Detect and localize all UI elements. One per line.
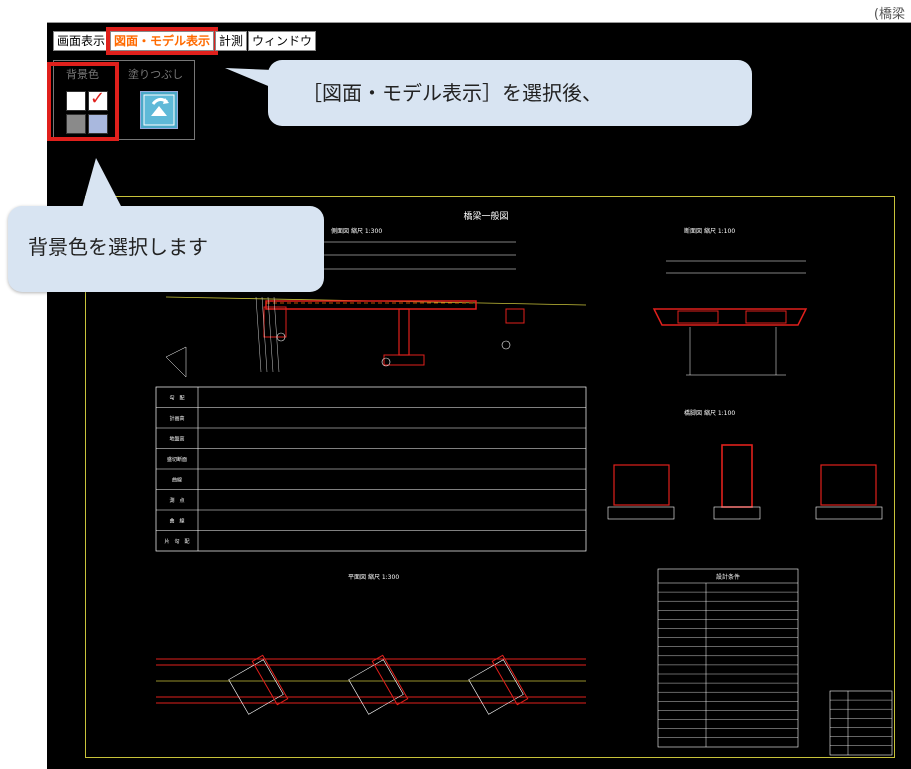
- svg-text:設計条件: 設計条件: [716, 573, 740, 581]
- callout-select-bg: 背景色を選択します: [8, 206, 324, 292]
- callout-select-tab: ［図面・モデル表示］を選択後、: [268, 60, 752, 126]
- paint-bucket-icon: [143, 94, 175, 126]
- callout-select-tab-text: ［図面・モデル表示］を選択後、: [302, 81, 602, 105]
- title-bar: (橋梁: [47, 0, 911, 23]
- title-block: [829, 690, 893, 756]
- table-row-label: 勾 配: [169, 394, 184, 401]
- tab-window[interactable]: ウィンドウ: [248, 31, 317, 51]
- table-row-label: 地盤高: [169, 435, 184, 442]
- fill-toggle-button[interactable]: [140, 91, 178, 129]
- cross-section-view: [652, 260, 808, 376]
- drawing-title: 橋梁一般図: [463, 210, 508, 222]
- callout-tail-top: [225, 68, 273, 88]
- table-row-label: 計画高: [169, 415, 184, 422]
- tab-screen-display[interactable]: 画面表示: [53, 31, 110, 51]
- callout-tail-left: [82, 158, 122, 208]
- pier-views: [607, 444, 883, 520]
- callout-select-bg-text: 背景色を選択します: [28, 235, 208, 259]
- bg-color-highlight-box: [47, 62, 119, 141]
- tab-measure[interactable]: 計測: [215, 31, 248, 51]
- plan-view-label: 平面図 縮尺 1:300: [348, 573, 399, 581]
- pier-view-label: 橋脚図 縮尺 1:100: [684, 409, 735, 417]
- menu-tabs: 画面表示 図面・モデル表示 計測 ウィンドウ: [53, 27, 317, 55]
- table-row-label: 曲線: [172, 476, 182, 483]
- table-row-label: 測 点: [169, 497, 184, 504]
- table-row-label: 曲 線: [169, 517, 184, 524]
- table-row-label: 盛切断面: [167, 456, 187, 463]
- table-row-label: 片 勾 配: [164, 538, 189, 545]
- fill-group-label: 塗りつぶし: [128, 68, 184, 81]
- tab-drawing-model-display[interactable]: 図面・モデル表示: [106, 27, 219, 55]
- profile-table: 勾 配計画高地盤高盛切断面曲線測 点曲 線片 勾 配: [155, 386, 587, 552]
- plan-view: [156, 654, 586, 715]
- section-view-label: 断面図 縮尺 1:100: [684, 227, 735, 235]
- side-view-label: 側面図 縮尺 1:300: [331, 227, 382, 235]
- design-conditions-table: 設計条件: [657, 568, 799, 748]
- window-title: (橋梁: [873, 7, 905, 22]
